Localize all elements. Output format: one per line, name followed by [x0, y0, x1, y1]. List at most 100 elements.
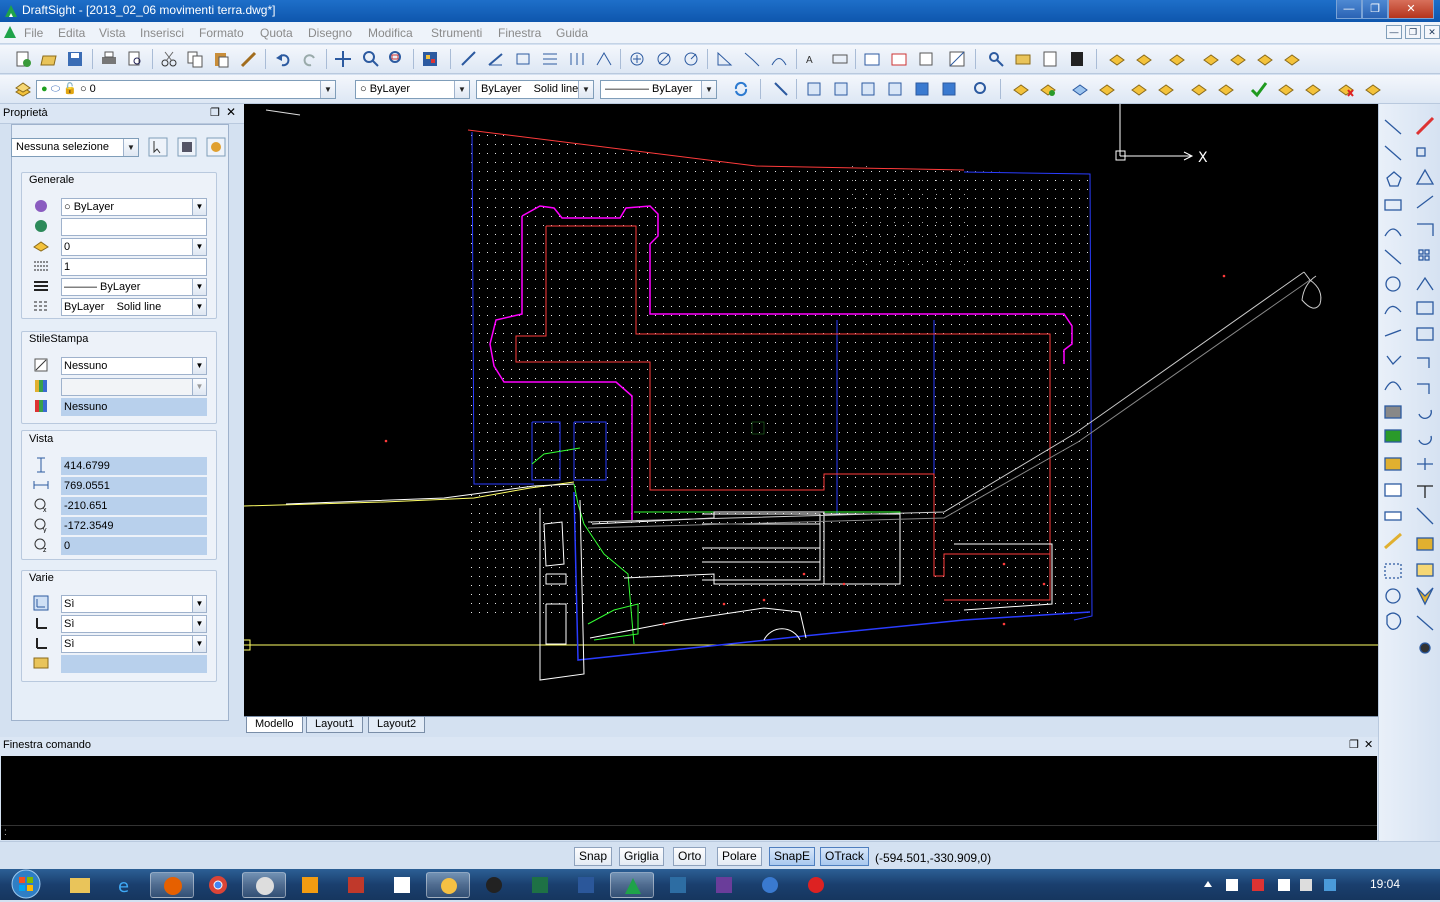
doc-close-button[interactable]: ✕: [1424, 25, 1440, 39]
chevron-down-icon[interactable]: ▼: [701, 81, 716, 98]
dimension-aligned-icon[interactable]: [460, 50, 478, 68]
layer-move-icon[interactable]: [1157, 80, 1175, 98]
snap-toggle[interactable]: Snap: [574, 847, 613, 866]
misc-ucs-name-field[interactable]: [61, 655, 207, 673]
calculator-icon[interactable]: [1068, 50, 1086, 68]
layer-merge-icon[interactable]: [1364, 80, 1382, 98]
maximize-button[interactable]: ❐: [1362, 0, 1388, 19]
menu-edita[interactable]: Edita: [58, 26, 85, 40]
chevron-down-icon[interactable]: ▼: [320, 81, 335, 98]
zoom-icon[interactable]: [362, 50, 380, 68]
menu-formato[interactable]: Formato: [199, 26, 244, 40]
misc-ucs-viewport-field[interactable]: Sì ▼: [61, 635, 207, 653]
lineweight-combo[interactable]: ———— ByLayer ▼: [600, 80, 717, 99]
view-iso-icon[interactable]: [972, 80, 990, 98]
layer-state-icon[interactable]: [1012, 80, 1030, 98]
menu-guida[interactable]: Guida: [556, 26, 588, 40]
draftsight-task-icon[interactable]: [610, 872, 654, 898]
layer-manager-icon[interactable]: [1014, 50, 1032, 68]
general-color-field[interactable]: ○ ByLayer ▼: [61, 198, 207, 216]
linestyle-combo[interactable]: ByLayer Solid line ▼: [476, 80, 594, 99]
copy-icon[interactable]: [186, 50, 204, 68]
zoom-window-icon[interactable]: [388, 50, 406, 68]
print-style-field[interactable]: Nessuno ▼: [61, 357, 207, 375]
misc-ucs-origin-field[interactable]: Sì ▼: [61, 615, 207, 633]
messenger-icon[interactable]: [426, 872, 470, 898]
minimize-button[interactable]: —: [1336, 0, 1362, 19]
open-icon[interactable]: [40, 50, 58, 68]
app-icon[interactable]: [242, 872, 286, 898]
layer-merge-icon[interactable]: [1283, 50, 1301, 68]
layer-walk-icon[interactable]: [1071, 80, 1089, 98]
view-back-icon[interactable]: [940, 80, 958, 98]
doc-restore-button[interactable]: ❐: [1405, 25, 1421, 39]
view-height-field[interactable]: 414.6799: [61, 457, 207, 475]
float-icon[interactable]: ❐: [1349, 737, 1359, 754]
menu-modifica[interactable]: Modifica: [368, 26, 413, 40]
chevron-down-icon[interactable]: ▼: [454, 81, 469, 98]
toggle-pickadd-icon[interactable]: [206, 137, 226, 157]
chevron-down-icon[interactable]: ▼: [123, 139, 138, 156]
menu-inserisci[interactable]: Inserisci: [140, 26, 184, 40]
layer-match-icon[interactable]: [1217, 80, 1235, 98]
premiere-icon[interactable]: [702, 872, 746, 898]
dimension-baseline-icon[interactable]: [541, 50, 559, 68]
note-icon[interactable]: A: [804, 50, 822, 68]
drawing-canvas[interactable]: X: [244, 104, 1378, 716]
view-left-icon[interactable]: [859, 80, 877, 98]
print-type-field[interactable]: Nessuno: [61, 398, 207, 416]
close-icon[interactable]: ✕: [226, 105, 236, 119]
layer-manager-icon[interactable]: [14, 80, 32, 98]
word-icon[interactable]: [564, 872, 608, 898]
general-linestyle-field[interactable]: ByLayer Solid line ▼: [61, 298, 207, 316]
redo-icon[interactable]: [301, 50, 319, 68]
view-top-icon[interactable]: [805, 80, 823, 98]
dimension-radius-icon[interactable]: [682, 50, 700, 68]
pdf-icon[interactable]: [380, 872, 424, 898]
polar-toggle[interactable]: Polare: [717, 847, 762, 866]
selection-combo[interactable]: Nessuna selezione ▼: [11, 138, 139, 157]
dimension-ordinate-icon[interactable]: [595, 50, 613, 68]
layer-confirm-icon[interactable]: [1304, 80, 1322, 98]
pin-icon[interactable]: ❐: [210, 106, 220, 119]
quick-select-icon[interactable]: [177, 137, 197, 157]
media-player-icon[interactable]: [288, 872, 332, 898]
excel-icon[interactable]: [518, 872, 562, 898]
general-hyperlink-field[interactable]: [61, 218, 207, 236]
cut-icon[interactable]: [160, 50, 178, 68]
layer-isolate-icon[interactable]: [1135, 50, 1153, 68]
tab-layout2[interactable]: Layout2: [368, 717, 426, 733]
design-resources-icon[interactable]: [421, 50, 439, 68]
ortho-toggle[interactable]: Orto: [673, 847, 707, 866]
match-properties-icon[interactable]: [240, 50, 258, 68]
select-objects-icon[interactable]: [148, 137, 168, 157]
menu-disegno[interactable]: Disegno: [308, 26, 352, 40]
print-table-field[interactable]: ▼: [61, 378, 207, 396]
chat-icon[interactable]: [472, 872, 516, 898]
system-tray-icons[interactable]: [1200, 877, 1350, 893]
view-right-icon[interactable]: [886, 80, 904, 98]
layer-unlock-icon[interactable]: [1256, 50, 1274, 68]
photoshop-icon[interactable]: [656, 872, 700, 898]
menu-finestra[interactable]: Finestra: [498, 26, 541, 40]
view-center-y-field[interactable]: -172.3549: [61, 517, 207, 535]
pan-icon[interactable]: [334, 50, 352, 68]
edit-block-icon[interactable]: [863, 50, 881, 68]
explode-icon[interactable]: [890, 50, 908, 68]
ie-icon[interactable]: e: [104, 872, 148, 898]
misc-ucs-icon-field[interactable]: Sì ▼: [61, 595, 207, 613]
grid-toggle[interactable]: Griglia: [619, 847, 664, 866]
explorer-icon[interactable]: [58, 872, 102, 898]
tab-modello[interactable]: Modello: [246, 717, 303, 733]
doc-minimize-button[interactable]: —: [1386, 25, 1402, 39]
tolerance-icon[interactable]: [716, 50, 734, 68]
smart-leader-icon[interactable]: [743, 50, 761, 68]
layer-new-icon[interactable]: [1039, 80, 1057, 98]
center-mark-icon[interactable]: [628, 50, 646, 68]
menu-strumenti[interactable]: Strumenti: [431, 26, 482, 40]
view-center-z-field[interactable]: 0: [61, 537, 207, 555]
print-preview-icon[interactable]: [126, 50, 144, 68]
paste-icon[interactable]: [212, 50, 230, 68]
dimension-linear-icon[interactable]: [514, 50, 532, 68]
command-input[interactable]: :: [1, 825, 1377, 840]
